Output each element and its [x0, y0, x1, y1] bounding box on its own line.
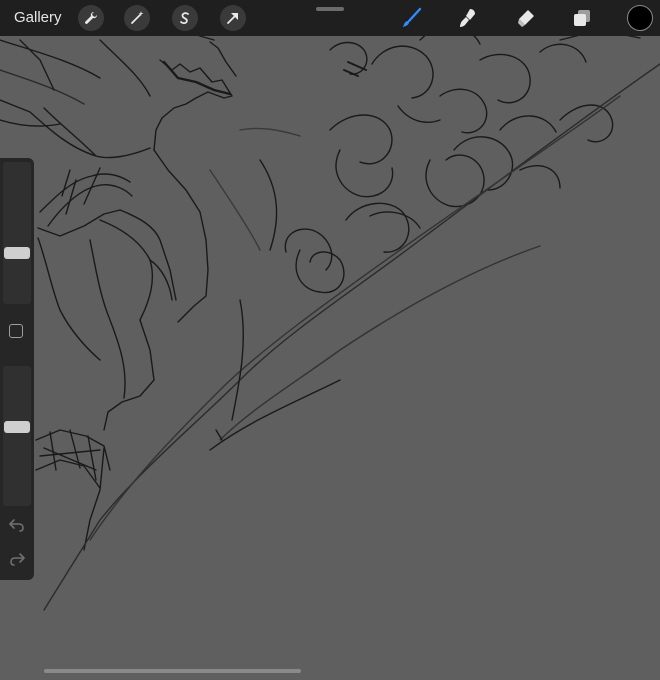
brush-tool[interactable] — [400, 6, 424, 30]
smudge-tool[interactable] — [456, 6, 480, 30]
brush-size-knob[interactable] — [4, 247, 30, 260]
actions-button[interactable] — [78, 5, 104, 31]
eraser-tool[interactable] — [514, 6, 538, 30]
layers-tool[interactable] — [570, 6, 594, 30]
opacity-knob[interactable] — [4, 421, 30, 434]
opacity-slider[interactable] — [3, 366, 31, 506]
magic-wand-icon — [131, 11, 144, 24]
drawing-canvas[interactable] — [0, 0, 660, 680]
redo-icon[interactable] — [8, 552, 26, 566]
transform-button[interactable] — [220, 5, 246, 31]
sketch-lines — [0, 26, 660, 611]
procreate-app: Gallery — [0, 0, 660, 680]
toolbar-grabber[interactable] — [316, 7, 344, 11]
adjustments-button[interactable] — [124, 5, 150, 31]
top-toolbar: Gallery — [0, 0, 660, 36]
gallery-button[interactable]: Gallery — [14, 9, 62, 26]
brush-icon — [403, 7, 422, 27]
left-sidebar — [0, 158, 34, 580]
square-modify-icon[interactable] — [9, 324, 23, 338]
wrench-icon — [85, 11, 98, 24]
smudge-icon — [460, 9, 475, 27]
brush-size-slider[interactable] — [3, 162, 31, 304]
selection-s-icon — [180, 12, 189, 25]
undo-icon[interactable] — [8, 518, 26, 532]
selection-button[interactable] — [172, 5, 198, 31]
transform-arrow-icon — [227, 13, 238, 24]
eraser-icon — [518, 10, 534, 27]
layers-icon — [574, 10, 590, 26]
color-picker-button[interactable] — [627, 5, 653, 31]
home-indicator[interactable] — [44, 669, 301, 673]
